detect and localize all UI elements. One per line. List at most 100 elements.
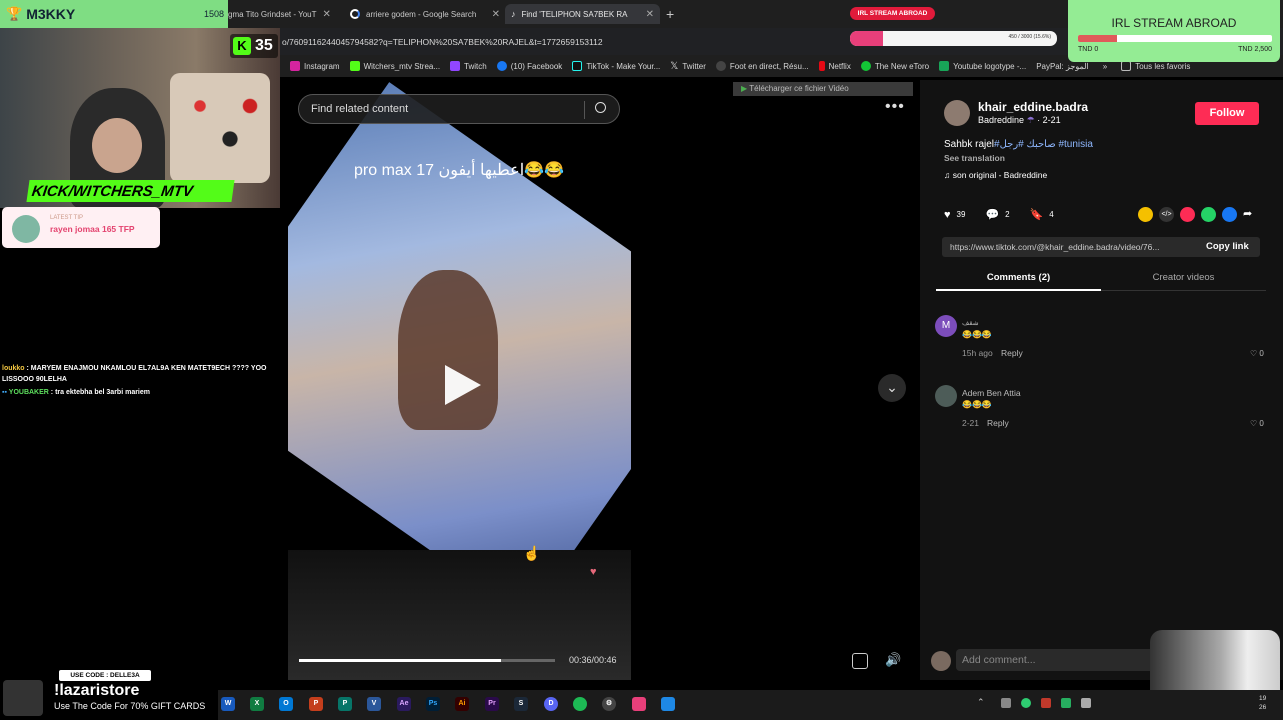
goal-progress-bar: 450 / 3000 (15.6%) [850, 31, 1057, 46]
close-icon[interactable]: ✕ [646, 9, 654, 20]
bookmark-youtube-logo[interactable]: Youtube logotype -... [939, 61, 1026, 71]
tiktok-icon: ♪ [511, 9, 516, 19]
url-text[interactable]: o/7609116244045794582?q=TELIPHON%20SA7BE… [282, 37, 603, 47]
streamer-name: M3KKY [26, 6, 76, 22]
steam-icon[interactable]: S [514, 697, 528, 711]
bookmark-label: Tous les favoris [1135, 61, 1191, 71]
comment-author[interactable]: شقف [962, 319, 979, 327]
volume-icon[interactable]: 🔊 [885, 652, 901, 668]
bookmark-etoro[interactable]: The New eToro [860, 61, 929, 71]
tab-comments[interactable]: Comments (2) [936, 272, 1101, 283]
share-arrow-icon[interactable]: ➦ [1243, 207, 1252, 222]
all-bookmarks[interactable]: Tous les favoris [1121, 61, 1190, 71]
tiktok-icon [572, 61, 583, 71]
reply-link[interactable]: Reply [1001, 348, 1023, 358]
reply-link[interactable]: Reply [987, 418, 1009, 428]
new-tab-button[interactable]: + [666, 4, 674, 24]
stream-chat: loukko : MARYEM ENAJMOU NKAMLOU EL7AL9A … [2, 363, 278, 398]
browser-tab-google[interactable]: arriere godem - Google Search ✕ [350, 4, 500, 24]
search-placeholder: Find related content [311, 103, 409, 115]
browser-tab-youtube[interactable]: gma Tito Grindset - YouT ✕ [228, 4, 338, 24]
tab-creator-videos[interactable]: Creator videos [1101, 272, 1266, 283]
play-icon[interactable] [445, 365, 481, 405]
bookmark-netflix[interactable]: Netflix [818, 61, 851, 71]
pip-icon[interactable] [852, 653, 868, 669]
promo-banner: USE CODE : DELLE3A !lazaristore Use The … [0, 670, 218, 720]
copy-link-button[interactable]: Copy link [1206, 241, 1249, 252]
bookmark-tiktok[interactable]: TikTok - Make Your... [572, 61, 660, 71]
bookmark-twitch[interactable]: Twitch [450, 61, 487, 71]
bookmark-foot[interactable]: Foot en direct, Résu... [715, 61, 809, 71]
visio-icon[interactable]: V [367, 697, 381, 711]
cursor-icon: ☝ [523, 545, 541, 561]
illustrator-icon[interactable]: Ai [455, 697, 469, 711]
powerpoint-icon[interactable]: P [309, 697, 323, 711]
tray-icon[interactable] [1061, 698, 1071, 708]
tray-icon[interactable] [1041, 698, 1051, 708]
comment-like-count: 0 [1259, 349, 1264, 358]
spotify-icon[interactable] [573, 697, 587, 711]
publisher-icon[interactable]: P [338, 697, 352, 711]
download-banner[interactable]: ▶ Télécharger ce fichier Vidéo [733, 82, 913, 96]
post-sound[interactable]: ♫ son original - Badreddine [944, 170, 1047, 180]
search-icon[interactable] [595, 102, 606, 113]
comment-icon[interactable]: 💬 [985, 208, 999, 221]
display-name: Badreddine [978, 115, 1025, 125]
heart-outline-icon: ♡ [1250, 419, 1260, 428]
tab-title: Find 'TELIPHON SA7BEK RA [521, 9, 628, 19]
app-icon[interactable] [632, 697, 646, 711]
bookmark-label: PayPal: الموجز [1036, 61, 1089, 71]
comment-like[interactable]: ♡ 0 [1250, 419, 1264, 428]
close-icon[interactable]: ✕ [492, 9, 500, 20]
follow-button[interactable]: Follow [1195, 102, 1259, 125]
settings-icon[interactable]: ⚙ [602, 697, 616, 711]
heart-icon[interactable]: ♥ [944, 209, 951, 221]
post-url[interactable]: https://www.tiktok.com/@khair_eddine.bad… [950, 242, 1159, 252]
post-username[interactable]: khair_eddine.badra [978, 100, 1088, 114]
send-icon[interactable] [1180, 207, 1195, 222]
facebook-icon[interactable] [1222, 207, 1237, 222]
embed-icon[interactable]: </> [1159, 207, 1174, 222]
avatar[interactable] [944, 100, 970, 126]
avatar[interactable]: M [935, 315, 957, 337]
bookmark-twitter[interactable]: 𝕏 Twitter [670, 61, 706, 72]
tab-title: gma Tito Grindset - YouT [228, 9, 317, 19]
tray-chevron-icon[interactable]: ⌃ [977, 697, 985, 708]
goal-progress-fill [850, 31, 884, 46]
bookmark-instagram[interactable]: Instagram [290, 61, 340, 71]
discord-icon[interactable]: D [544, 697, 558, 711]
bookmark-paypal[interactable]: PayPal: الموجز [1036, 62, 1089, 71]
add-comment-placeholder: Add comment... [962, 654, 1036, 666]
close-icon[interactable]: ✕ [323, 9, 331, 20]
bookmark-icon[interactable]: 🔖 [1030, 208, 1044, 221]
bookmark-kick[interactable]: Witchers_mtv Strea... [349, 61, 440, 71]
outlook-icon[interactable]: O [279, 697, 293, 711]
comment-like[interactable]: ♡ 0 [1250, 349, 1264, 358]
more-bookmarks-icon[interactable]: » [1103, 62, 1107, 71]
tray-icon[interactable] [1081, 698, 1091, 708]
tray-icon[interactable] [1021, 698, 1031, 708]
browser-tab-tiktok[interactable]: ♪ Find 'TELIPHON SA7BEK RA ✕ [505, 4, 660, 24]
comment-author[interactable]: Adem Ben Attia [962, 388, 1021, 398]
promo-text: Use The Code For 70% GIFT CARDS [54, 701, 206, 711]
related-search-input[interactable]: Find related content [298, 94, 620, 124]
word-icon[interactable]: W [221, 697, 235, 711]
see-translation-link[interactable]: See translation [944, 153, 1005, 163]
post-url-box: https://www.tiktok.com/@khair_eddine.bad… [942, 237, 1260, 257]
after-effects-icon[interactable]: Ae [397, 697, 411, 711]
more-options-icon[interactable]: ••• [885, 98, 905, 116]
video-progress-bar[interactable] [299, 659, 555, 662]
avatar[interactable] [935, 385, 957, 407]
chevron-down-icon[interactable]: ⌄ [878, 374, 906, 402]
tray-icon[interactable] [1001, 698, 1011, 708]
description-tags[interactable]: #صاحبك #رجل #tunisia [994, 139, 1093, 150]
excel-icon[interactable]: X [250, 697, 264, 711]
etoro-icon [860, 61, 871, 71]
taskbar-clock[interactable]: 19 26 [1259, 694, 1266, 712]
photoshop-icon[interactable]: Ps [426, 697, 440, 711]
bookmark-facebook[interactable]: (10) Facebook [496, 61, 562, 71]
app-icon[interactable] [661, 697, 675, 711]
premiere-icon[interactable]: Pr [485, 697, 499, 711]
whatsapp-icon[interactable] [1201, 207, 1216, 222]
coin-icon[interactable] [1138, 207, 1153, 222]
